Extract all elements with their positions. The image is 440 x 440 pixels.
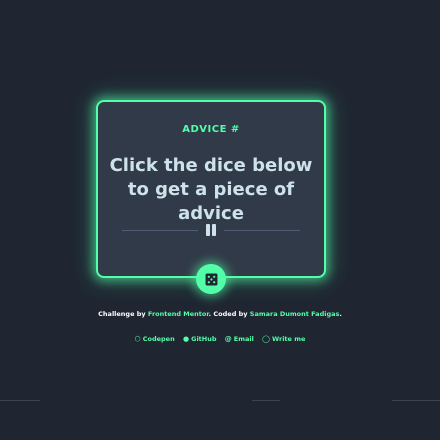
whatsapp-icon: ◯ [262, 335, 270, 343]
social-links: ⬡ Codepen ● GitHub @ Email ◯ Write me [0, 335, 440, 343]
github-link[interactable]: ● GitHub [183, 335, 217, 343]
author-link[interactable]: Samara Dumont Fadigas [250, 310, 340, 318]
divider-line-right [224, 230, 300, 231]
email-label: Email [233, 335, 254, 343]
codepen-icon: ⬡ [134, 335, 141, 343]
attribution: Challenge by Frontend Mentor. Coded by S… [0, 310, 440, 318]
advice-card: ADVICE # Click the dice below to get a p… [96, 100, 326, 278]
advice-quote: Click the dice below to get a piece of a… [109, 155, 313, 224]
pattern-divider [122, 224, 300, 236]
github-icon: ● [183, 335, 190, 343]
bottom-rule-left [0, 400, 40, 401]
at-icon: @ [224, 335, 232, 343]
codepen-label: Codepen [142, 335, 175, 343]
pause-icon [204, 224, 218, 236]
bottom-rule-center [252, 400, 280, 401]
write-me-label: Write me [271, 335, 306, 343]
page: ADVICE # Click the dice below to get a p… [0, 0, 440, 440]
divider-line-left [122, 230, 198, 231]
codepen-link[interactable]: ⬡ Codepen [135, 335, 175, 343]
attribution-suffix: . [339, 310, 342, 318]
write-me-link[interactable]: ◯ Write me [262, 335, 305, 343]
frontend-mentor-link[interactable]: Frontend Mentor [148, 310, 209, 318]
advice-id: ADVICE # [182, 124, 240, 135]
dice-button[interactable] [196, 264, 226, 294]
attribution-middle: . Coded by [208, 310, 250, 318]
bottom-rule-right [392, 400, 440, 401]
dice-icon [205, 273, 217, 285]
attribution-prefix: Challenge by [98, 310, 148, 318]
email-link[interactable]: @ Email [225, 335, 254, 343]
github-label: GitHub [191, 335, 217, 343]
